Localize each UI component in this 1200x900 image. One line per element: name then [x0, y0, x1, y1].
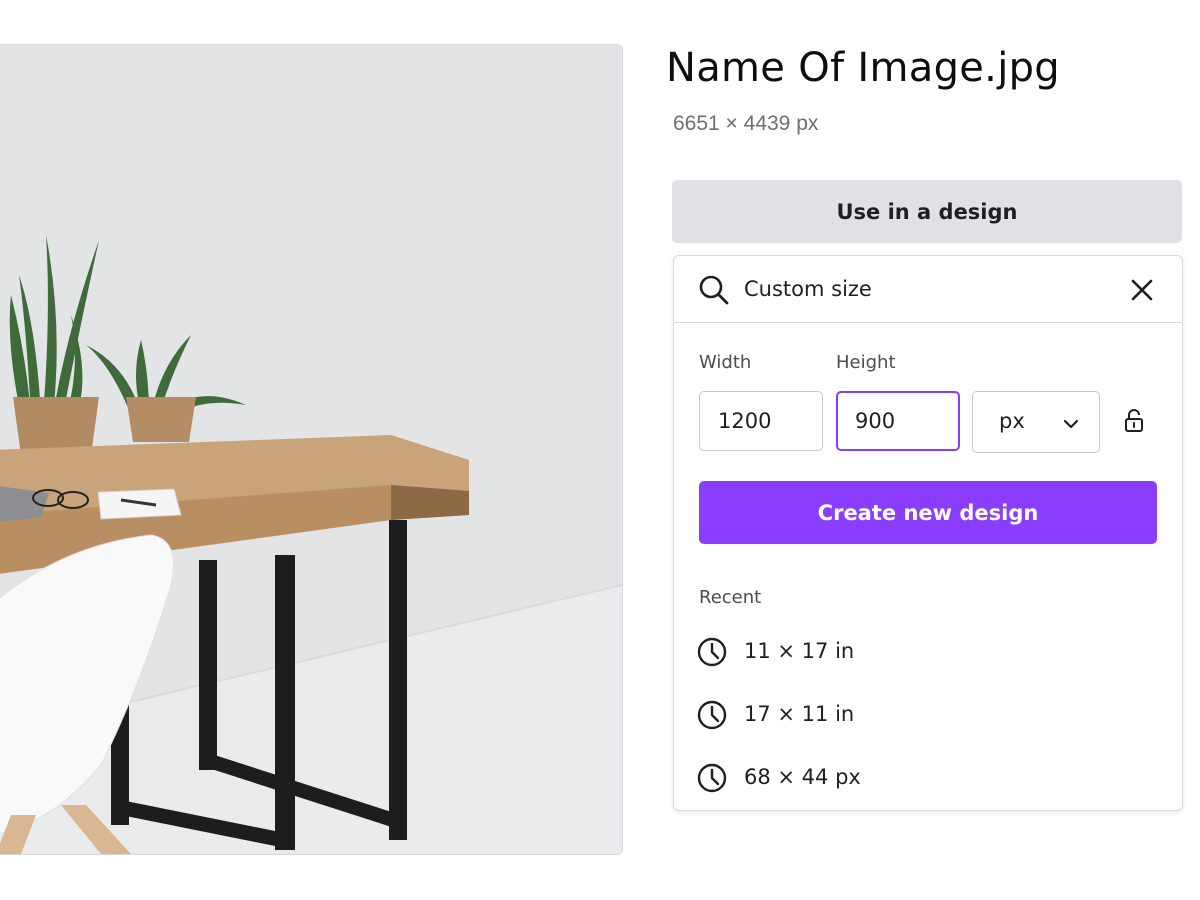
unlock-icon[interactable] [1123, 408, 1145, 434]
close-icon[interactable] [1126, 274, 1158, 306]
width-label: Width [699, 352, 752, 373]
search-bar [674, 256, 1182, 323]
height-field[interactable] [836, 391, 960, 451]
search-input[interactable] [744, 270, 1104, 308]
recent-label: Recent [699, 587, 762, 608]
unit-value: px [999, 409, 1025, 433]
recent-item-label: 68 × 44 px [744, 765, 861, 789]
width-field[interactable] [699, 391, 823, 451]
clock-icon [697, 763, 727, 793]
recent-item-label: 11 × 17 in [744, 639, 855, 663]
image-preview [0, 44, 623, 855]
clock-icon [697, 700, 727, 730]
create-new-design-button[interactable]: Create new design [699, 481, 1157, 544]
design-size-popover: Width Height px Create new design Recent… [673, 255, 1183, 811]
clock-icon [697, 637, 727, 667]
image-dimensions: 6651 × 4439 px [673, 112, 819, 135]
search-icon [699, 275, 729, 305]
chevron-down-icon [1063, 419, 1079, 429]
recent-item[interactable]: 11 × 17 in [694, 630, 1154, 674]
desk-photo-illustration [0, 45, 622, 854]
unit-select[interactable]: px [972, 391, 1100, 453]
height-label: Height [836, 352, 896, 373]
recent-item[interactable]: 68 × 44 px [694, 756, 1154, 800]
recent-item-label: 17 × 11 in [744, 702, 855, 726]
image-title: Name Of Image.jpg [666, 45, 1060, 91]
use-in-design-button[interactable]: Use in a design [672, 180, 1182, 243]
recent-item[interactable]: 17 × 11 in [694, 693, 1154, 737]
